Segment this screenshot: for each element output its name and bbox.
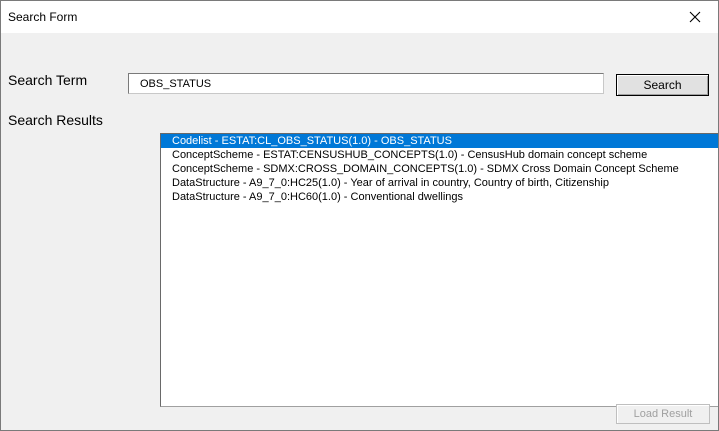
- close-icon: [689, 11, 701, 23]
- result-list-item[interactable]: ConceptScheme - SDMX:CROSS_DOMAIN_CONCEP…: [161, 162, 718, 176]
- search-form-window: Search Form Search Term Search Search Re…: [0, 0, 719, 431]
- search-results-list[interactable]: Codelist - ESTAT:CL_OBS_STATUS(1.0) - OB…: [160, 133, 718, 407]
- result-list-item[interactable]: ConceptScheme - ESTAT:CENSUSHUB_CONCEPTS…: [161, 148, 718, 162]
- search-term-label: Search Term: [8, 72, 88, 88]
- close-button[interactable]: [672, 1, 718, 33]
- load-result-button[interactable]: Load Result: [616, 404, 710, 424]
- title-bar[interactable]: Search Form: [1, 1, 718, 33]
- search-button[interactable]: Search: [616, 74, 709, 96]
- result-list-item[interactable]: DataStructure - A9_7_0:HC60(1.0) - Conve…: [161, 190, 718, 204]
- search-input[interactable]: [128, 73, 604, 94]
- window-title: Search Form: [8, 10, 78, 24]
- result-list-item[interactable]: DataStructure - A9_7_0:HC25(1.0) - Year …: [161, 176, 718, 190]
- search-results-label: Search Results: [8, 112, 103, 128]
- result-list-item[interactable]: Codelist - ESTAT:CL_OBS_STATUS(1.0) - OB…: [161, 134, 718, 148]
